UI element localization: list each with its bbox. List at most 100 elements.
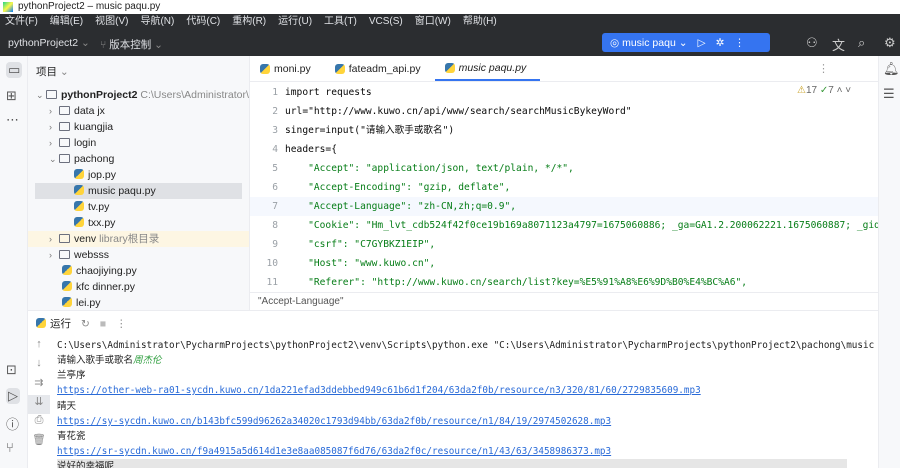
item-hint: library根目录	[99, 233, 160, 245]
code-line: 2 url="http://www.kuwo.cn/api/www/search/…	[250, 102, 878, 121]
vcs-label: 版本控制	[109, 39, 152, 51]
tree-item-tv[interactable]: tv.py	[28, 199, 249, 215]
more-icon[interactable]: ⋮	[116, 318, 127, 330]
run-tab[interactable]: 运行	[36, 316, 71, 331]
menu-code[interactable]: 代码(C)	[186, 14, 220, 30]
search-icon[interactable]: ⌕	[858, 35, 865, 51]
tree-item-kfc-dinner[interactable]: kfc dinner.py	[28, 279, 249, 295]
console-link[interactable]: https://sr-sycdn.kuwo.cn/f9a4915a5d614d1…	[57, 444, 611, 459]
print-icon[interactable]: ⎙	[28, 414, 50, 433]
code-line: 8 "Cookie": "Hm_lvt_cdb524f42f0ce19b169a…	[250, 216, 878, 235]
rerun-icon[interactable]: ↻	[81, 318, 90, 330]
run-tool-icon[interactable]: ▷	[6, 388, 20, 404]
run-widget: ◎ music paqu ⌄ ▷ ✲ ⋮	[602, 33, 770, 52]
tab-moni[interactable]: moni.py	[250, 56, 325, 81]
soft-wrap-icon[interactable]: ⇉	[28, 376, 50, 395]
tree-item-websss[interactable]: › websss	[28, 247, 249, 263]
tree-item-jop[interactable]: jop.py	[28, 167, 249, 183]
tree-item-chaojiying[interactable]: chaojiying.py	[28, 263, 249, 279]
tree-item-pachong[interactable]: ⌄ pachong	[28, 151, 249, 167]
translate-icon[interactable]: 文	[832, 35, 845, 54]
folder-icon	[59, 106, 70, 115]
tree-item-txx[interactable]: txx.py	[28, 215, 249, 231]
breadcrumb[interactable]: "Accept-Language"	[250, 292, 878, 310]
tabs-more-icon[interactable]: ⋮	[818, 62, 829, 75]
notifications-icon[interactable]: 🔔︎	[883, 61, 900, 77]
tree-root[interactable]: ⌄pythonProject2 C:\Users\Administrator\P…	[28, 87, 249, 103]
more-icon[interactable]: ⋮	[734, 37, 745, 49]
line-number: 2	[272, 106, 278, 117]
stop-icon[interactable]: ■	[100, 318, 106, 330]
project-selector[interactable]: pythonProject2 ⌄	[8, 37, 90, 49]
code-text: singer=input("请输入歌手或歌名")	[285, 125, 455, 136]
menu-window[interactable]: 窗口(W)	[415, 14, 451, 30]
run-config-selector[interactable]: ◎ music paqu ⌄	[610, 37, 688, 49]
code-text: "Cookie": "Hm_lvt_cdb524f42f0ce19b169a80…	[285, 220, 878, 231]
project-folder-icon[interactable]: ▭	[6, 62, 23, 78]
console-link[interactable]: https://other-web-ra01-sycdn.kuwo.cn/1da…	[57, 383, 701, 398]
scroll-up-icon[interactable]: ↑	[28, 338, 50, 357]
clear-icon[interactable]: 🗑︎	[28, 433, 50, 452]
tab-fateadm-api[interactable]: fateadm_api.py	[325, 56, 435, 81]
menu-refactor[interactable]: 重构(R)	[232, 14, 266, 30]
folder-icon	[59, 138, 70, 147]
python-icon: ◎	[610, 36, 620, 49]
structure-icon[interactable]: ⊞	[6, 88, 17, 104]
item-label: venv	[74, 233, 97, 245]
folder-icon	[46, 90, 57, 99]
menu-help[interactable]: 帮助(H)	[463, 14, 497, 30]
database-icon[interactable]: ☰	[883, 86, 895, 102]
branch-icon: ⑂	[100, 39, 107, 51]
menu-edit[interactable]: 编辑(E)	[50, 14, 83, 30]
run-side-tools: ↑ ↓ ⇉ ⇊ ⎙ 🗑︎	[28, 338, 50, 468]
code-editor[interactable]: 1 import requests 2 url="http://www.kuwo.cn…	[250, 82, 878, 292]
code-line: 6 "Accept-Encoding": "gzip, deflate",	[250, 178, 878, 197]
menu-tools[interactable]: 工具(T)	[324, 14, 357, 30]
tree-item-venv[interactable]: › venv library根目录	[28, 231, 249, 247]
line-number: 8	[272, 220, 278, 231]
vcs-selector[interactable]: ⑂ 版本控制 ⌄	[100, 37, 163, 52]
code-text: "Accept-Language": "zh-CN,zh;q=0.9",	[285, 201, 517, 212]
menu-run[interactable]: 运行(U)	[278, 14, 312, 30]
menu-view[interactable]: 视图(V)	[95, 14, 128, 30]
line-number: 4	[272, 144, 278, 155]
run-panel-header: 运行 ↻ ■ ⋮	[28, 310, 878, 336]
console-song: 晴天	[57, 401, 77, 412]
run-console-output[interactable]: C:\Users\Administrator\PycharmProjects\p…	[57, 338, 877, 468]
menu-file[interactable]: 文件(F)	[5, 14, 38, 30]
console-song: 青花瓷	[57, 431, 86, 442]
console-song: 说好的幸福呢	[57, 459, 847, 468]
tree-item-kuangjia[interactable]: › kuangjia	[28, 119, 249, 135]
scroll-to-end-icon[interactable]: ⇊	[28, 395, 50, 414]
line-number: 11	[266, 277, 278, 288]
tab-music-paqu[interactable]: music paqu.py	[434, 56, 541, 81]
project-panel-header[interactable]: 项目 ⌄	[36, 64, 69, 79]
pycharm-logo-icon	[3, 2, 13, 12]
tree-item-login[interactable]: › login	[28, 135, 249, 151]
scroll-down-icon[interactable]: ↓	[28, 357, 50, 376]
tree-item-lei[interactable]: lei.py	[28, 295, 249, 310]
console-link[interactable]: https://sy-sycdn.kuwo.cn/b143bfc599d9626…	[57, 414, 611, 429]
item-label: tv.py	[88, 201, 110, 213]
code-line: 11 "Referer": "http://www.kuwo.cn/search…	[250, 273, 878, 292]
git-icon[interactable]: ⑂	[6, 440, 14, 455]
code-text: "Accept-Encoding": "gzip, deflate",	[285, 182, 511, 193]
item-label: chaojiying.py	[76, 265, 137, 277]
add-user-icon[interactable]: ⚇	[806, 35, 818, 51]
settings-icon[interactable]: ⚙	[884, 35, 896, 51]
debug-button[interactable]: ✲	[716, 37, 725, 49]
tab-label: music paqu.py	[458, 61, 527, 74]
code-text: url="http://www.kuwo.cn/api/www/search/s…	[285, 106, 632, 117]
inspection-widget[interactable]: ⚠17 ✓7 ˄ ˅	[795, 85, 854, 96]
menu-vcs[interactable]: VCS(S)	[369, 14, 403, 30]
problems-icon[interactable]: ⓘ	[6, 414, 19, 433]
more-tools-icon[interactable]: ⋯	[6, 112, 19, 128]
tree-item-music-paqu[interactable]: music paqu.py	[35, 183, 242, 199]
project-panel: 项目 ⌄ ⌄ pythonProject2 C:\Users\Administra…	[28, 56, 250, 310]
tree-item-data-jx[interactable]: › data jx	[28, 103, 249, 119]
console-command: C:\Users\Administrator\PycharmProjects\p…	[57, 340, 877, 351]
project-name: pythonProject2	[8, 37, 79, 49]
terminal-icon[interactable]: ⊡	[6, 362, 17, 378]
run-button[interactable]: ▷	[698, 37, 706, 49]
menu-navigate[interactable]: 导航(N)	[140, 14, 174, 30]
